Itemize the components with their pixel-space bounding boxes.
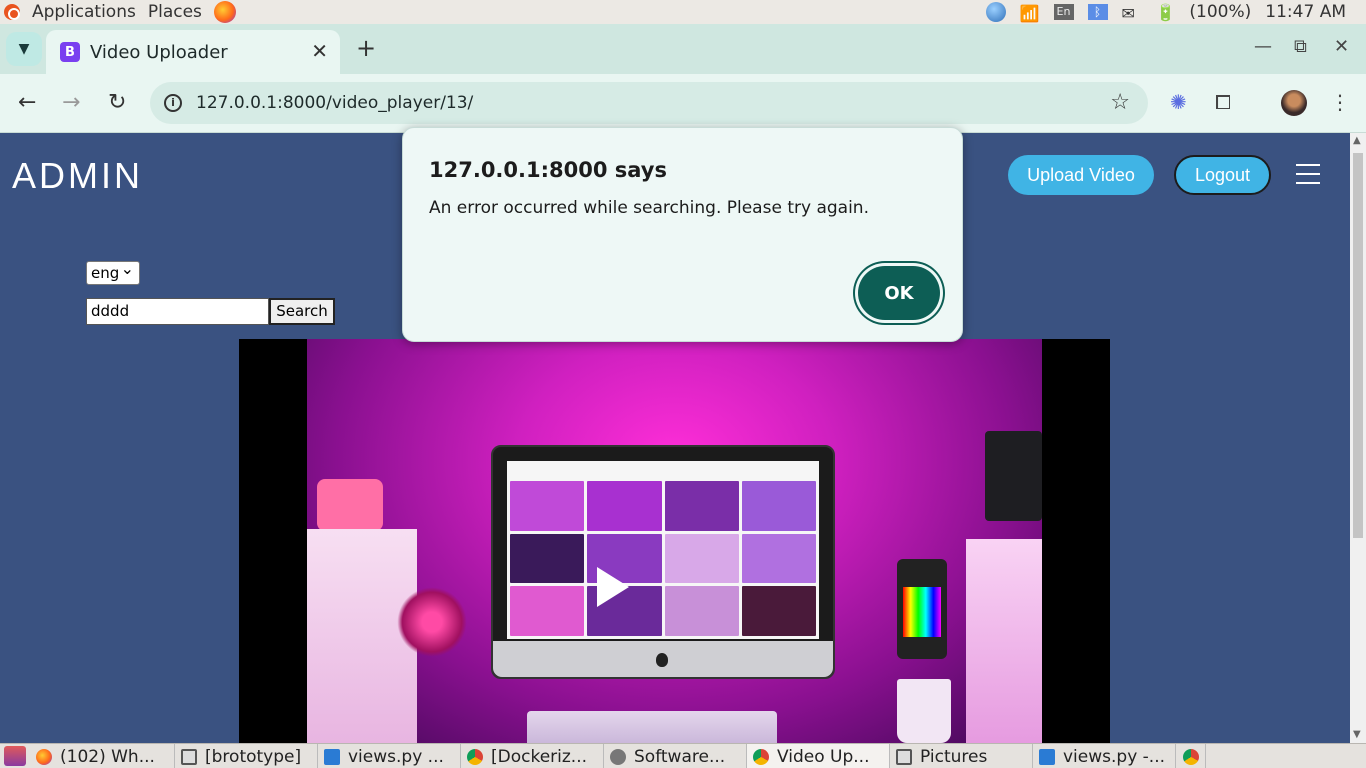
keyboard-object — [527, 711, 777, 743]
reload-icon[interactable]: ↻ — [108, 90, 126, 115]
speaker-object — [985, 431, 1042, 521]
tab-favicon-icon: B — [60, 42, 80, 62]
vscode-icon — [1039, 748, 1055, 765]
taskbar-item-label: (102) Wh... — [60, 746, 155, 767]
taskbar-item-label: Video Up... — [777, 746, 870, 767]
close-window-icon[interactable]: ✕ — [1334, 36, 1349, 57]
bookmark-star-icon[interactable]: ☆ — [1110, 90, 1130, 115]
alert-dialog: 127.0.0.1:8000 says An error occurred wh… — [402, 127, 963, 342]
chrome-icon — [1183, 748, 1199, 765]
phone-object — [897, 559, 947, 659]
taskbar-item-label: views.py ... — [348, 746, 444, 767]
restore-icon[interactable]: ⧉ — [1294, 36, 1307, 57]
hamburger-menu-icon[interactable] — [1296, 164, 1320, 184]
chrome-icon — [753, 748, 769, 765]
scroll-up-icon[interactable]: ▲ — [1353, 135, 1361, 146]
browser-tab-strip: ▼ B Video Uploader ✕ + — ⧉ ✕ — [0, 24, 1366, 74]
taskbar-item[interactable]: Pictures — [890, 744, 1033, 768]
new-tab-icon[interactable]: + — [356, 34, 376, 62]
shelf-right — [966, 539, 1042, 743]
video-frame — [307, 339, 1042, 743]
logout-button[interactable]: Logout — [1174, 155, 1271, 195]
back-arrow-icon[interactable]: ← — [18, 90, 36, 115]
ok-button[interactable]: OK — [858, 266, 940, 320]
show-desktop-icon[interactable] — [4, 746, 26, 766]
play-icon[interactable] — [597, 567, 629, 607]
extension-gear-icon[interactable]: ✺ — [1170, 90, 1187, 114]
tab-title: Video Uploader — [90, 41, 228, 63]
battery-icon[interactable]: 🔋 — [1156, 3, 1176, 22]
firefox-icon — [36, 748, 52, 765]
imac-monitor — [491, 445, 835, 679]
taskbar-item[interactable] — [1176, 744, 1206, 768]
search-button[interactable]: Search — [269, 298, 335, 325]
site-info-icon[interactable]: i — [164, 94, 182, 112]
apple-logo-icon — [656, 653, 668, 667]
imac-screen — [507, 461, 819, 639]
taskbar-item[interactable]: views.py -... — [1033, 744, 1176, 768]
extensions-puzzle-icon[interactable]: ⧠ — [1215, 90, 1231, 114]
window-icon — [896, 748, 912, 765]
software-icon — [610, 748, 626, 765]
taskbar: (102) Wh... [brototype] views.py ... [Do… — [0, 743, 1366, 768]
forward-arrow-icon[interactable]: → — [62, 90, 80, 115]
address-bar[interactable]: i 127.0.0.1:8000/video_player/13/ ☆ — [150, 82, 1148, 124]
taskbar-item[interactable]: [brototype] — [175, 744, 318, 768]
clock[interactable]: 11:47 AM — [1265, 2, 1346, 22]
dialog-title: 127.0.0.1:8000 says — [429, 158, 667, 182]
dialog-message: An error occurred while searching. Pleas… — [429, 198, 869, 218]
chrome-icon — [467, 748, 483, 765]
battery-percent: (100%) — [1189, 2, 1252, 22]
taskbar-item-label: [Dockeriz... — [491, 746, 588, 767]
taskbar-item-label: views.py -... — [1063, 746, 1166, 767]
vscode-icon — [324, 748, 340, 765]
scroll-down-icon[interactable]: ▼ — [1353, 729, 1361, 740]
chevron-down-icon: ▼ — [18, 41, 30, 57]
applications-menu[interactable]: Applications — [32, 2, 136, 22]
tab-search-button[interactable]: ▼ — [6, 32, 42, 66]
taskbar-item[interactable]: Software... — [604, 744, 747, 768]
taskbar-item[interactable]: [Dockeriz... — [461, 744, 604, 768]
search-input[interactable]: dddd — [86, 298, 269, 325]
system-top-panel: Applications Places 📶 En ᛒ ✉ 🔋 (100%) 11… — [0, 0, 1366, 24]
admin-logo[interactable]: ADMIN — [12, 155, 143, 197]
bluetooth-icon[interactable]: ᛒ — [1087, 4, 1108, 20]
taskbar-item-label: [brototype] — [205, 746, 302, 767]
browser-tab-active[interactable]: B Video Uploader ✕ — [46, 30, 340, 74]
globe-icon[interactable] — [985, 2, 1006, 22]
taskbar-item-label: Software... — [634, 746, 726, 767]
minimize-icon[interactable]: — — [1254, 36, 1272, 57]
browser-toolbar: ← → ↻ i 127.0.0.1:8000/video_player/13/ … — [0, 74, 1366, 133]
mug-object — [897, 679, 951, 743]
profile-avatar[interactable] — [1281, 90, 1307, 116]
camera-object — [317, 479, 383, 531]
more-menu-icon[interactable]: ⋮ — [1330, 90, 1350, 114]
taskbar-item-active[interactable]: Video Up... — [747, 744, 890, 768]
taskbar-item[interactable]: (102) Wh... — [30, 744, 175, 768]
window-icon — [181, 748, 197, 765]
close-tab-icon[interactable]: ✕ — [311, 39, 328, 63]
address-url[interactable]: 127.0.0.1:8000/video_player/13/ — [196, 93, 473, 113]
wifi-icon[interactable]: 📶 — [1020, 4, 1040, 23]
video-player[interactable] — [239, 339, 1110, 743]
page-scrollbar[interactable]: ▲ ▼ — [1350, 133, 1366, 743]
upload-video-button[interactable]: Upload Video — [1008, 155, 1154, 195]
firefox-launcher-icon[interactable] — [213, 1, 236, 23]
ubuntu-logo-icon[interactable] — [4, 4, 20, 20]
keyboard-layout-indicator[interactable]: En — [1053, 4, 1074, 20]
taskbar-item-label: Pictures — [920, 746, 988, 767]
imac-chin — [493, 641, 833, 677]
taskbar-item[interactable]: views.py ... — [318, 744, 461, 768]
scroll-thumb[interactable] — [1353, 153, 1363, 538]
language-select[interactable]: eng — [86, 258, 140, 285]
places-menu[interactable]: Places — [148, 2, 202, 22]
mail-icon[interactable]: ✉ — [1122, 4, 1142, 23]
flowers-object — [397, 587, 467, 657]
